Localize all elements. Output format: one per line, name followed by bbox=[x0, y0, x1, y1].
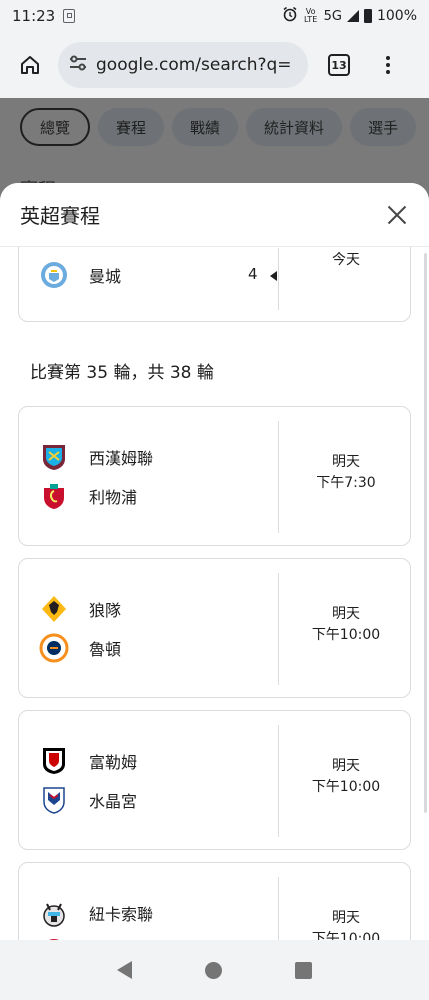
tab-results[interactable]: 戰績 bbox=[172, 108, 239, 146]
back-icon[interactable] bbox=[116, 961, 132, 979]
alarm-icon bbox=[282, 6, 298, 26]
system-nav-bar bbox=[0, 940, 429, 1000]
more-menu-icon[interactable] bbox=[376, 53, 400, 77]
tab-overview[interactable]: 總覽 bbox=[20, 108, 91, 146]
kickoff-time: 下午10:00 bbox=[311, 779, 381, 795]
match-time: 明天 下午7:30 bbox=[281, 452, 411, 494]
team-row-home: 狼隊 bbox=[39, 594, 121, 624]
winner-indicator-icon bbox=[270, 271, 277, 281]
home-team-name: 狼隊 bbox=[89, 601, 122, 620]
home-team-name: 紐卡索聯 bbox=[89, 905, 154, 924]
away-team-name: 魯頓 bbox=[89, 640, 122, 659]
round-label: 比賽第 35 輪，共 38 輪 bbox=[30, 363, 214, 383]
team-row-away: 利物浦 bbox=[39, 481, 137, 511]
team-score: 4 bbox=[248, 265, 258, 283]
kickoff-time: 下午7:30 bbox=[316, 475, 376, 491]
site-settings-icon[interactable] bbox=[68, 54, 88, 77]
volte-icon: Vo LTE bbox=[303, 7, 318, 24]
liverpool-crest-icon bbox=[39, 481, 69, 511]
team-name: 曼城 bbox=[89, 267, 122, 286]
home-nav-icon[interactable] bbox=[204, 961, 222, 979]
match-card[interactable]: 西漢姆聯 利物浦 明天 下午7:30 bbox=[18, 406, 411, 546]
team-row: 曼城 bbox=[39, 260, 121, 290]
signal-icon bbox=[346, 10, 359, 22]
west-ham-crest-icon bbox=[39, 442, 69, 472]
url-text: google.com/search?q= bbox=[96, 55, 292, 75]
match-time: 明天 下午10:00 bbox=[281, 908, 411, 940]
wolves-crest-icon bbox=[39, 594, 69, 624]
fulham-crest-icon bbox=[39, 746, 69, 776]
home-team-name: 西漢姆聯 bbox=[89, 449, 154, 468]
match-time: 明天 下午10:00 bbox=[281, 756, 411, 798]
match-time: 明天 下午10:00 bbox=[281, 604, 411, 646]
away-team-name: 水晶宮 bbox=[89, 792, 138, 811]
close-icon[interactable] bbox=[385, 203, 409, 227]
tab-schedule[interactable]: 賽程 bbox=[98, 108, 165, 146]
team-row-home: 富勒姆 bbox=[39, 746, 137, 776]
tab-players[interactable]: 選手 bbox=[350, 108, 417, 146]
team-row-away: 水晶宮 bbox=[39, 785, 137, 815]
match-card[interactable]: 富勒姆 水晶宮 明天 下午10:00 bbox=[18, 710, 411, 850]
home-icon[interactable] bbox=[14, 49, 46, 81]
tab-switcher-button[interactable]: 13 bbox=[328, 54, 350, 76]
tab-statistics[interactable]: 統計資料 bbox=[246, 108, 343, 146]
network-type: 5G bbox=[323, 8, 342, 24]
address-bar[interactable]: google.com/search?q= bbox=[58, 42, 308, 88]
browser-toolbar: google.com/search?q= 13 bbox=[0, 32, 429, 98]
match-card[interactable]: 紐卡索聯 明天 下午10:00 bbox=[18, 862, 411, 940]
screenshot-notification-icon bbox=[63, 9, 76, 23]
status-icons: Vo LTE 5G 100% bbox=[282, 6, 417, 26]
team-row-home: 紐卡索聯 bbox=[39, 898, 153, 928]
sheet-header: 英超賽程 bbox=[0, 183, 429, 247]
match-card[interactable]: 曼城 4 今天 bbox=[18, 247, 411, 322]
status-time: 11:23 bbox=[12, 7, 56, 25]
battery-percent: 100% bbox=[376, 8, 417, 24]
crystal-palace-crest-icon bbox=[39, 785, 69, 815]
kickoff-time: 下午10:00 bbox=[311, 931, 381, 940]
home-team-name: 富勒姆 bbox=[89, 753, 138, 772]
away-team-name: 利物浦 bbox=[89, 488, 138, 507]
tab-chips: 總覽 賽程 戰績 統計資料 選手 bbox=[20, 108, 417, 146]
kickoff-time: 下午10:00 bbox=[311, 627, 381, 643]
fixtures-sheet: 英超賽程 曼城 4 今天 比賽第 35 輪，共 38 輪 西漢姆聯 利物浦 明天… bbox=[0, 183, 429, 940]
sheet-title: 英超賽程 bbox=[20, 204, 100, 228]
status-bar: 11:23 Vo LTE 5G 100% bbox=[0, 0, 429, 32]
match-day: 明天 bbox=[332, 454, 360, 470]
match-day: 明天 bbox=[332, 606, 360, 622]
match-day: 明天 bbox=[332, 758, 360, 774]
team-row-away: 魯頓 bbox=[39, 633, 121, 663]
match-time: 今天 bbox=[332, 252, 360, 268]
scrollbar[interactable] bbox=[424, 253, 427, 813]
battery-icon bbox=[363, 9, 372, 23]
recents-icon[interactable] bbox=[295, 961, 313, 979]
team-row-home: 西漢姆聯 bbox=[39, 442, 153, 472]
match-card[interactable]: 狼隊 魯頓 明天 下午10:00 bbox=[18, 558, 411, 698]
luton-crest-icon bbox=[39, 633, 69, 663]
match-day: 明天 bbox=[332, 910, 360, 926]
man-city-crest-icon bbox=[39, 260, 69, 290]
fixtures-list[interactable]: 曼城 4 今天 比賽第 35 輪，共 38 輪 西漢姆聯 利物浦 明天 下午7:… bbox=[0, 247, 429, 940]
newcastle-crest-icon bbox=[39, 898, 69, 928]
